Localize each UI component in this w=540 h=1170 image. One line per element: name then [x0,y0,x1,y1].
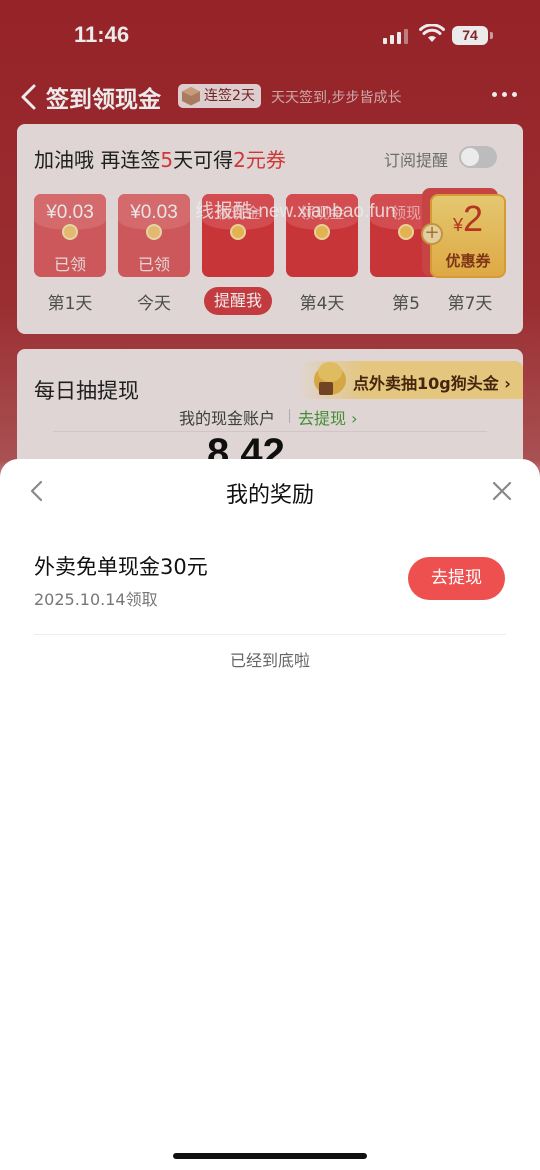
home-indicator[interactable] [173,1153,367,1159]
reward-name: 外卖免单现金30元 [34,555,208,579]
rewards-sheet: 我的奖励 外卖免单现金30元 2025.10.14领取 去提现 已经到底啦 [0,459,540,1170]
sheet-title: 我的奖励 [225,483,314,508]
close-icon[interactable] [490,479,514,503]
end-of-list-text: 已经到底啦 [229,651,310,670]
sheet-divider [34,634,506,635]
reward-date: 2025.10.14领取 [34,590,158,609]
withdraw-button[interactable]: 去提现 [408,557,505,600]
